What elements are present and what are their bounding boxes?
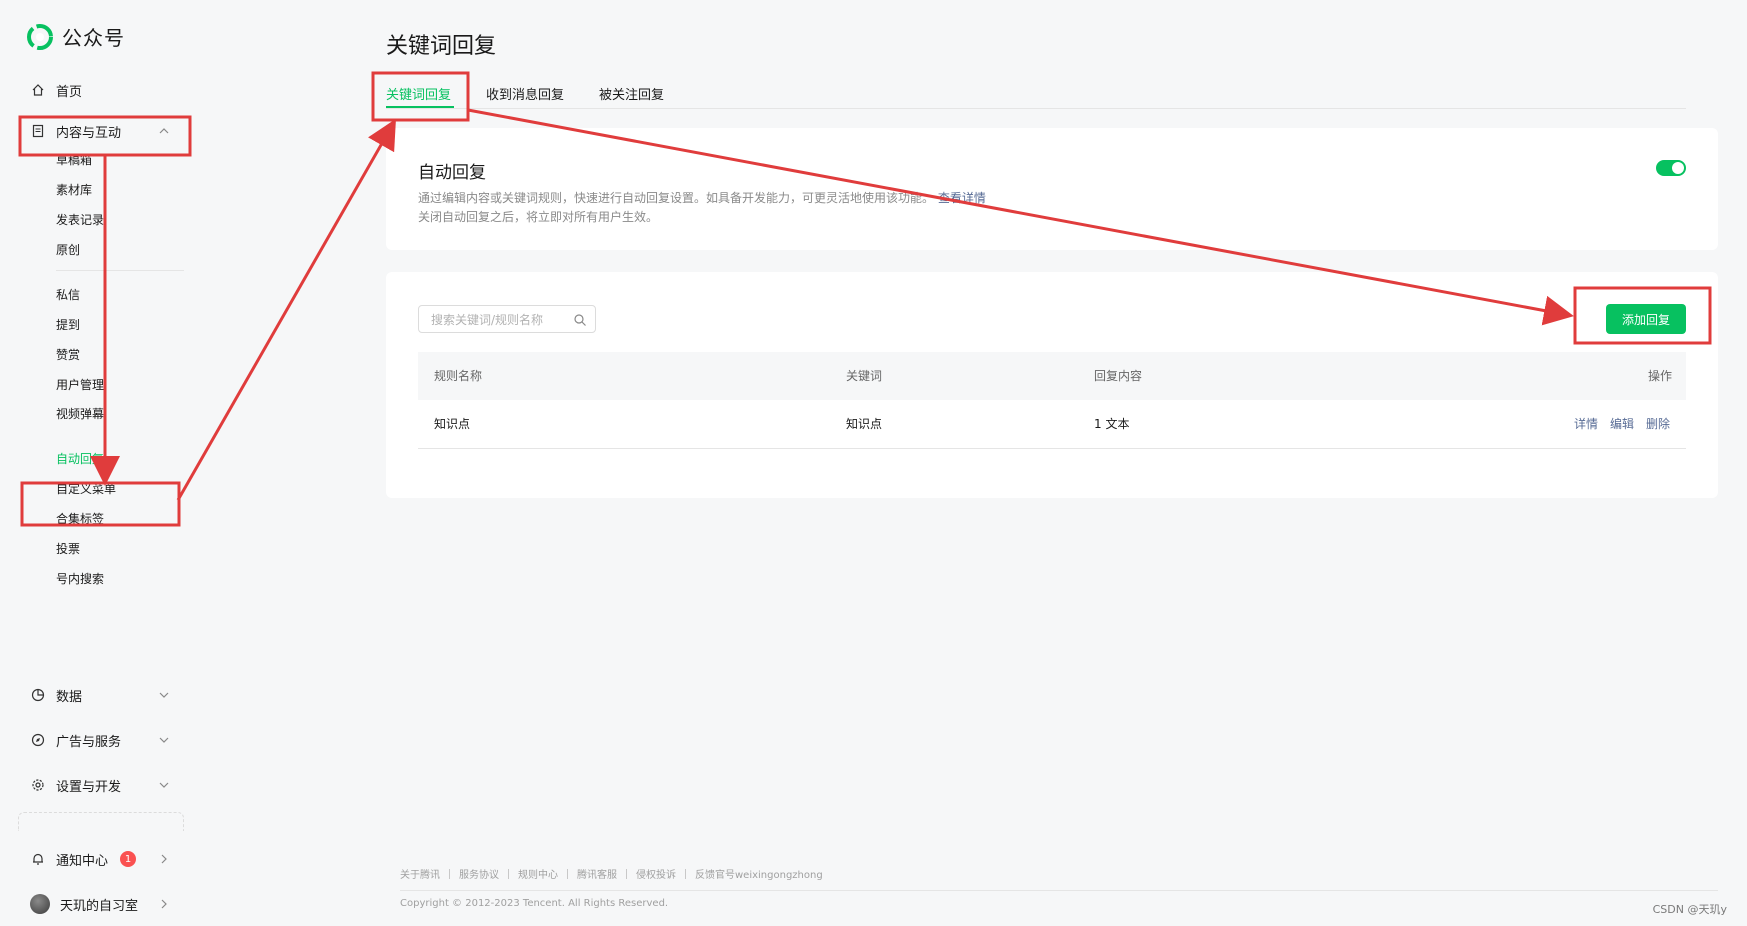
sidebar-item-label: 广告与服务 (56, 734, 122, 750)
add-reply-button[interactable]: 添加回复 (1606, 304, 1686, 334)
footer-separator (508, 868, 509, 879)
tab-keyword-reply[interactable]: 关键词回复 (386, 84, 451, 103)
footer-link-feedback[interactable]: 反馈官号weixingongzhong (695, 866, 823, 881)
footer-separator (685, 868, 686, 879)
home-icon (30, 82, 46, 98)
sidebar-divider (56, 270, 184, 271)
page-title: 关键词回复 (386, 34, 497, 59)
sidebar: 公众号 首页 内容与互动 草稿箱 素材库 发表记录 原创 私信 提到 赞赏 用户… (0, 0, 190, 926)
sidebar-item-content-interaction[interactable]: 内容与互动 (30, 121, 121, 141)
search-box (418, 305, 596, 333)
chevron-right-icon[interactable] (158, 853, 170, 865)
sidebar-item-data[interactable]: 数据 (30, 685, 82, 705)
sidebar-subitem-user-management[interactable]: 用户管理 (56, 377, 104, 393)
column-header-rule-name: 规则名称 (434, 369, 483, 383)
gear-icon (30, 777, 46, 793)
sidebar-item-label: 内容与互动 (56, 125, 122, 141)
tab-follow-reply[interactable]: 被关注回复 (599, 84, 664, 103)
brand-name: 公众号 (62, 26, 125, 50)
annotation-arrow-to-tab (176, 118, 396, 501)
sidebar-dashed-section (18, 812, 184, 831)
edit-link[interactable]: 编辑 (1610, 400, 1634, 448)
keyword-rules-card: 添加回复 规则名称 关键词 回复内容 操作 知识点 知识点 1 文本 详情 编辑… (386, 272, 1718, 498)
footer-link-complaints[interactable]: 侵权投诉 (636, 866, 676, 881)
details-link[interactable]: 详情 (1574, 400, 1598, 448)
brand-logo[interactable]: 公众号 (26, 22, 125, 51)
row-actions: 详情 编辑 删除 (1574, 400, 1670, 448)
active-tab-underline (386, 106, 454, 108)
auto-reply-description: 通过编辑内容或关键词规则，快速进行自动回复设置。如具备开发能力，可更灵活地使用该… (418, 189, 986, 206)
avatar (30, 894, 50, 914)
pie-chart-icon (30, 687, 46, 703)
sidebar-subitem-publish-history[interactable]: 发表记录 (56, 212, 104, 228)
column-header-actions: 操作 (1647, 369, 1672, 383)
chevron-down-icon[interactable] (158, 734, 170, 746)
notification-count-badge: 1 (120, 851, 137, 867)
footer-link-rules[interactable]: 规则中心 (518, 866, 558, 881)
account-name: 天玑的自习室 (60, 898, 139, 914)
sidebar-item-ads-services[interactable]: 广告与服务 (30, 730, 121, 750)
column-header-keyword: 关键词 (846, 369, 883, 383)
footer-links: 关于腾讯 服务协议 规则中心 腾讯客服 侵权投诉 反馈官号weixingongz… (400, 866, 823, 881)
footer-separator (567, 868, 568, 879)
view-details-link[interactable]: 查看详情 (938, 191, 986, 205)
sidebar-subitem-auto-reply[interactable]: 自动回复 (56, 451, 104, 467)
tab-bar: 关键词回复 收到消息回复 被关注回复 (386, 84, 1686, 109)
document-icon (30, 123, 46, 139)
chevron-down-icon[interactable] (158, 779, 170, 791)
sidebar-item-notifications[interactable]: 通知中心 1 (30, 849, 137, 869)
sidebar-item-label: 通知中心 (56, 853, 109, 869)
footer-separator (626, 868, 627, 879)
footer-separator (449, 868, 450, 879)
sidebar-subitem-rewards[interactable]: 赞赏 (56, 347, 80, 363)
compass-icon (30, 732, 46, 748)
sidebar-item-label: 数据 (56, 689, 83, 705)
footer-link-about[interactable]: 关于腾讯 (400, 866, 440, 881)
sidebar-item-label: 首页 (56, 84, 83, 100)
auto-reply-toggle[interactable] (1656, 160, 1686, 176)
auto-reply-desc-text: 通过编辑内容或关键词规则，快速进行自动回复设置。如具备开发能力，可更灵活地使用该… (418, 191, 935, 205)
chevron-down-icon[interactable] (158, 689, 170, 701)
sidebar-subitem-drafts[interactable]: 草稿箱 (56, 152, 92, 168)
search-input[interactable] (431, 311, 571, 329)
sidebar-subitem-messages[interactable]: 私信 (56, 287, 80, 303)
tab-message-reply[interactable]: 收到消息回复 (486, 84, 564, 103)
table-row: 知识点 知识点 1 文本 详情 编辑 删除 (418, 400, 1686, 449)
sidebar-subitem-collection-tags[interactable]: 合集标签 (56, 511, 104, 527)
delete-link[interactable]: 删除 (1646, 400, 1670, 448)
copyright-text: Copyright © 2012-2023 Tencent. All Right… (400, 898, 669, 909)
sidebar-subitem-mentions[interactable]: 提到 (56, 317, 80, 333)
sidebar-subitem-in-account-search[interactable]: 号内搜索 (56, 571, 104, 587)
sidebar-subitem-video-danmaku[interactable]: 视频弹幕 (56, 406, 104, 422)
auto-reply-card: 自动回复 通过编辑内容或关键词规则，快速进行自动回复设置。如具备开发能力，可更灵… (386, 128, 1718, 250)
sidebar-subitem-original[interactable]: 原创 (56, 242, 80, 258)
sidebar-subitem-vote[interactable]: 投票 (56, 541, 80, 557)
footer-link-support[interactable]: 腾讯客服 (577, 866, 617, 881)
footer-divider (400, 890, 1718, 891)
column-header-reply-content: 回复内容 (1094, 369, 1143, 383)
bell-icon (30, 851, 46, 867)
wechat-official-logo-icon (27, 23, 53, 50)
toggle-knob (1672, 162, 1684, 174)
auto-reply-title: 自动回复 (418, 163, 486, 183)
sidebar-subitem-materials[interactable]: 素材库 (56, 182, 92, 198)
cell-keyword: 知识点 (846, 417, 883, 431)
sidebar-item-home[interactable]: 首页 (30, 80, 82, 100)
sidebar-subitem-custom-menu[interactable]: 自定义菜单 (56, 481, 116, 497)
footer-link-terms[interactable]: 服务协议 (459, 866, 499, 881)
sidebar-item-label: 设置与开发 (56, 779, 122, 795)
cell-reply-content: 1 文本 (1094, 417, 1130, 431)
csdn-watermark: CSDN @天玑y (1652, 903, 1727, 916)
chevron-right-icon[interactable] (158, 898, 170, 910)
auto-reply-note: 关闭自动回复之后，将立即对所有用户生效。 (418, 210, 659, 224)
sidebar-item-settings-dev[interactable]: 设置与开发 (30, 775, 121, 795)
sidebar-item-account[interactable]: 天玑的自习室 (30, 894, 138, 914)
table-header: 规则名称 关键词 回复内容 操作 (418, 352, 1686, 400)
search-icon[interactable] (573, 313, 587, 327)
cell-rule-name: 知识点 (434, 417, 471, 431)
chevron-up-icon[interactable] (158, 125, 170, 137)
